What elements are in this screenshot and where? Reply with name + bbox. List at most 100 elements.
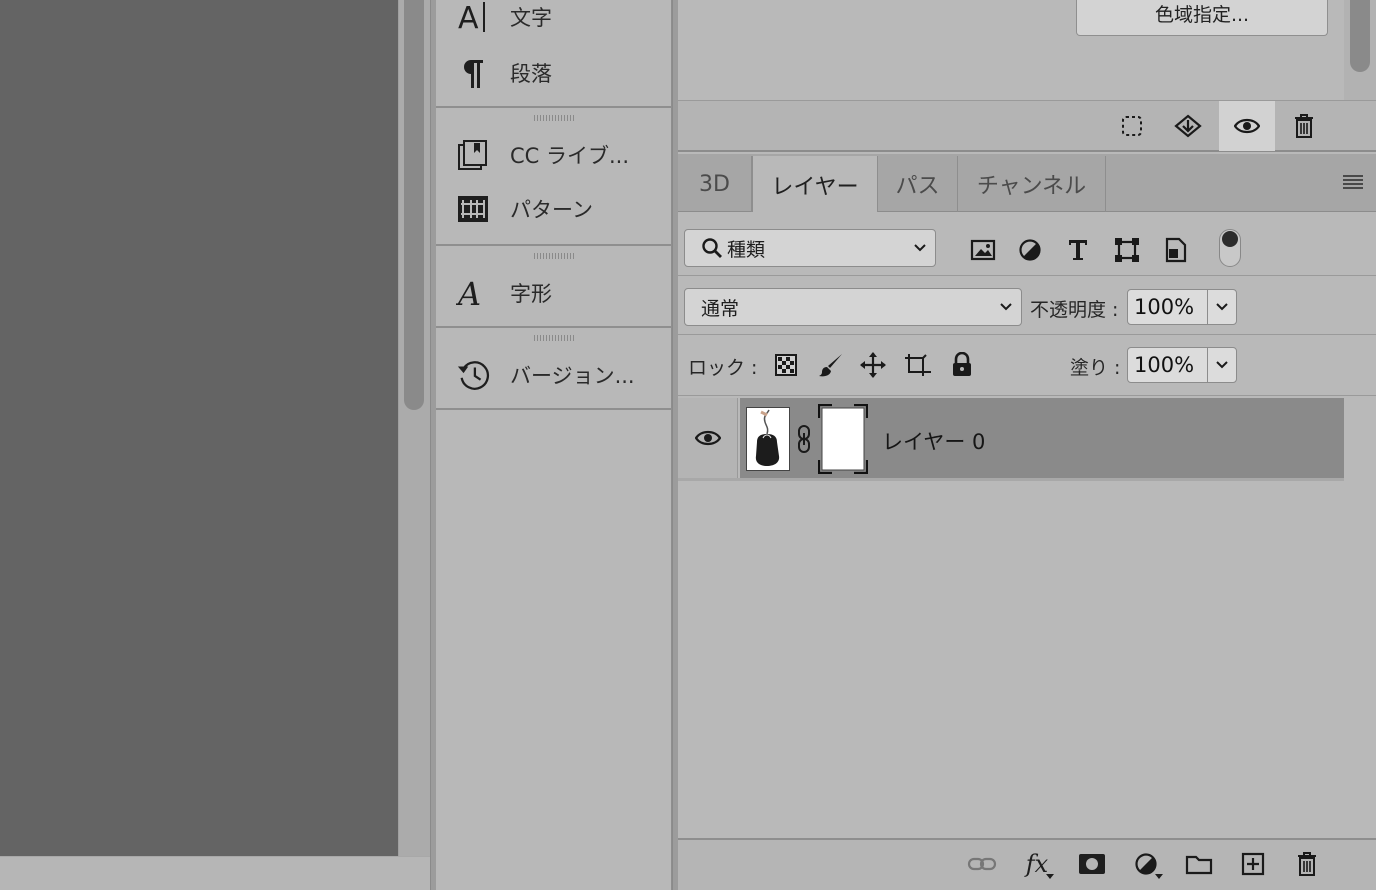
layers-panel-tabbar: 3D レイヤー パス チャンネル bbox=[678, 154, 1376, 214]
dock-item-glyphs[interactable]: A 字形 bbox=[436, 270, 672, 316]
fx-icon: fx bbox=[1025, 850, 1049, 878]
lock-artboard-button[interactable] bbox=[903, 350, 933, 380]
smart-object-filter-button[interactable] bbox=[1162, 236, 1190, 264]
delete-layer-icon bbox=[1296, 851, 1318, 877]
fill-field[interactable]: 100% bbox=[1127, 347, 1237, 383]
delete-mask-button[interactable] bbox=[1276, 101, 1332, 151]
paragraph-icon bbox=[456, 56, 490, 90]
panel-menu-button[interactable] bbox=[1342, 174, 1364, 190]
layer-thumbnail[interactable] bbox=[746, 407, 790, 471]
lock-transparency-button[interactable] bbox=[771, 350, 801, 380]
blend-mode-select[interactable]: 通常 bbox=[684, 288, 1022, 326]
opacity-dropdown-button[interactable] bbox=[1208, 290, 1236, 324]
link-layers-button[interactable] bbox=[965, 848, 999, 880]
dock-item-label: 段落 bbox=[510, 62, 552, 86]
dock-item-label: 文字 bbox=[510, 6, 552, 30]
eye-icon bbox=[694, 429, 721, 447]
blend-mode-value: 通常 bbox=[701, 297, 740, 320]
layer-visibility-toggle[interactable] bbox=[678, 398, 738, 478]
chevron-down-icon bbox=[999, 302, 1013, 312]
dock-item-label: 字形 bbox=[510, 282, 552, 306]
layer-mask-thumbnail[interactable] bbox=[818, 404, 868, 474]
canvas-horizontal-scrollbar[interactable] bbox=[0, 856, 430, 890]
chevron-down-icon bbox=[1216, 361, 1228, 369]
shape-filter-icon bbox=[1114, 237, 1140, 263]
new-layer-icon bbox=[1241, 852, 1265, 876]
lock-transparency-icon bbox=[774, 353, 798, 377]
apply-mask-button[interactable] bbox=[1160, 101, 1216, 151]
layer-row-divider bbox=[678, 478, 1344, 481]
type-filter-icon bbox=[1067, 238, 1089, 262]
dock-item-patterns[interactable]: パターン bbox=[436, 186, 672, 232]
image-filter-button[interactable] bbox=[969, 236, 997, 264]
adjustment-layer-icon bbox=[1134, 852, 1158, 876]
lock-pixels-button[interactable] bbox=[816, 350, 846, 380]
fill-value[interactable]: 100% bbox=[1128, 348, 1208, 382]
lock-pixels-icon bbox=[818, 352, 844, 378]
new-group-icon bbox=[1185, 853, 1213, 875]
add-layer-style-button[interactable]: fx bbox=[1020, 848, 1054, 880]
dock-grip[interactable] bbox=[534, 335, 574, 341]
bag-thumbnail-image bbox=[755, 409, 780, 466]
layer-list-scrollbar[interactable] bbox=[1344, 396, 1376, 838]
shape-filter-button[interactable] bbox=[1113, 236, 1141, 264]
opacity-value[interactable]: 100% bbox=[1128, 290, 1208, 324]
document-canvas[interactable] bbox=[0, 0, 398, 856]
tab-3d[interactable]: 3D bbox=[678, 156, 752, 212]
fill-label: 塗り : bbox=[1070, 357, 1121, 379]
search-icon bbox=[701, 237, 723, 259]
cc-libraries-icon bbox=[456, 138, 490, 172]
chevron-down-icon bbox=[1216, 303, 1228, 311]
opacity-label: 不透明度 : bbox=[1030, 299, 1119, 321]
dock-item-character[interactable]: A 文字 bbox=[436, 0, 672, 40]
lock-position-icon bbox=[859, 351, 887, 379]
lock-label: ロック : bbox=[688, 357, 758, 379]
glyphs-icon: A bbox=[456, 276, 490, 310]
caret-down-icon bbox=[1046, 874, 1054, 879]
add-mask-icon bbox=[1078, 853, 1106, 875]
dock-item-paragraph[interactable]: 段落 bbox=[436, 50, 672, 96]
properties-scroll-thumb[interactable] bbox=[1350, 0, 1370, 72]
tab-channels[interactable]: チャンネル bbox=[958, 156, 1106, 212]
dock-separator bbox=[436, 244, 672, 246]
history-icon bbox=[456, 358, 490, 392]
tab-paths[interactable]: パス bbox=[878, 156, 958, 212]
tab-layers[interactable]: レイヤー bbox=[752, 156, 878, 214]
dock-grip[interactable] bbox=[534, 253, 574, 259]
layer-filter-select[interactable]: 種類 bbox=[684, 229, 936, 267]
add-mask-button[interactable] bbox=[1075, 848, 1109, 880]
dock-item-history[interactable]: バージョン... bbox=[436, 352, 672, 398]
hamburger-menu-icon bbox=[1342, 174, 1364, 190]
load-selection-button[interactable] bbox=[1104, 101, 1160, 151]
type-filter-button[interactable] bbox=[1064, 236, 1092, 264]
lock-position-button[interactable] bbox=[858, 350, 888, 380]
canvas-scroll-thumb[interactable] bbox=[404, 0, 424, 410]
dock-item-cc-libraries[interactable]: CC ライブ... bbox=[436, 132, 672, 178]
lock-all-icon bbox=[951, 352, 973, 378]
filter-toggle-knob bbox=[1222, 231, 1238, 247]
opacity-field[interactable]: 100% bbox=[1127, 289, 1237, 325]
delete-layer-button[interactable] bbox=[1290, 848, 1324, 880]
lock-artboard-icon bbox=[903, 352, 933, 378]
character-icon: A bbox=[456, 0, 490, 34]
link-icon[interactable] bbox=[796, 424, 812, 454]
layer-name[interactable]: レイヤー 0 bbox=[882, 426, 985, 456]
mask-properties-toolbar bbox=[678, 100, 1376, 152]
adjustment-filter-icon bbox=[1018, 238, 1042, 262]
new-group-button[interactable] bbox=[1182, 848, 1216, 880]
visibility-icon bbox=[1234, 117, 1260, 135]
mask-visibility-button[interactable] bbox=[1219, 101, 1275, 151]
svg-text:A: A bbox=[458, 1, 479, 34]
fill-dropdown-button[interactable] bbox=[1208, 348, 1236, 382]
adjustment-filter-button[interactable] bbox=[1016, 236, 1044, 264]
new-adjustment-layer-button[interactable] bbox=[1129, 848, 1163, 880]
svg-text:A: A bbox=[456, 276, 481, 310]
patterns-icon bbox=[456, 192, 490, 226]
dock-separator bbox=[436, 326, 672, 328]
dock-item-label: CC ライブ... bbox=[510, 144, 630, 168]
new-layer-button[interactable] bbox=[1236, 848, 1270, 880]
smart-object-filter-icon bbox=[1164, 237, 1188, 263]
dock-grip[interactable] bbox=[534, 115, 574, 121]
lock-all-button[interactable] bbox=[947, 350, 977, 380]
color-range-button[interactable]: 色域指定... bbox=[1076, 0, 1328, 36]
